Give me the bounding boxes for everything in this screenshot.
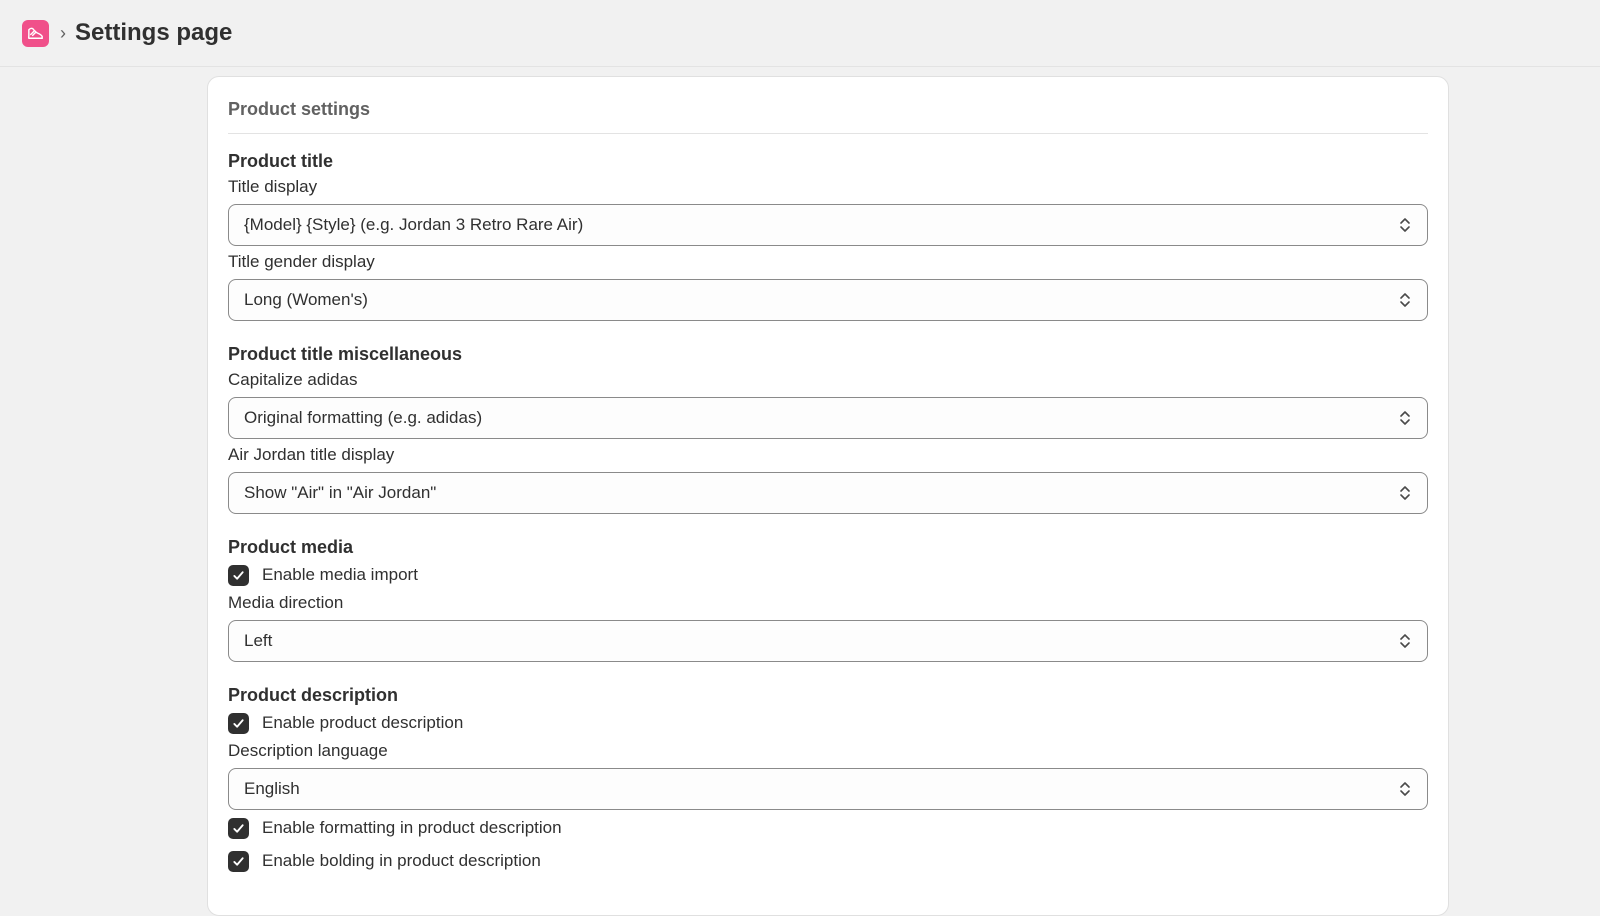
air-jordan-title-label: Air Jordan title display: [228, 445, 395, 464]
product-settings-card: Product settings Product title Title dis…: [207, 76, 1449, 916]
capitalize-adidas-select[interactable]: Original formatting (e.g. adidas): [228, 397, 1428, 439]
title-gender-display-select[interactable]: Long (Women's): [228, 279, 1428, 321]
title-gender-display-label: Title gender display: [228, 252, 375, 271]
card-title: Product settings: [228, 95, 1428, 134]
enable-media-import-label: Enable media import: [262, 565, 418, 584]
description-language-select[interactable]: English: [228, 768, 1428, 810]
title-gender-display-value: Long (Women's): [244, 290, 368, 309]
select-chevron-icon: [1400, 218, 1410, 232]
checkbox-checked-icon[interactable]: [228, 817, 249, 839]
select-chevron-icon: [1400, 634, 1410, 648]
section-title-product-media: Product media: [228, 537, 354, 557]
top-bar: › Settings page: [0, 0, 1600, 67]
section-title-product-title: Product title: [228, 151, 334, 171]
select-chevron-icon: [1400, 293, 1410, 307]
enable-formatting-checkbox[interactable]: Enable formatting in product description: [228, 813, 1428, 843]
select-chevron-icon: [1400, 411, 1410, 425]
page-title: Settings page: [75, 19, 233, 46]
section-title-product-title-misc: Product title miscellaneous: [228, 344, 463, 364]
select-chevron-icon: [1400, 486, 1410, 500]
enable-product-description-checkbox[interactable]: Enable product description: [228, 708, 1428, 738]
title-display-label: Title display: [228, 177, 318, 196]
media-direction-label: Media direction: [228, 593, 344, 612]
enable-product-description-label: Enable product description: [262, 713, 464, 732]
enable-media-import-checkbox[interactable]: Enable media import: [228, 560, 1428, 590]
enable-bolding-label: Enable bolding in product description: [262, 851, 541, 870]
description-language-label: Description language: [228, 741, 388, 760]
media-direction-value: Left: [244, 631, 273, 650]
capitalize-adidas-label: Capitalize adidas: [228, 370, 358, 389]
description-language-value: English: [244, 779, 300, 798]
capitalize-adidas-value: Original formatting (e.g. adidas): [244, 408, 483, 427]
media-direction-select[interactable]: Left: [228, 620, 1428, 662]
select-chevron-icon: [1400, 782, 1410, 796]
checkbox-checked-icon[interactable]: [228, 850, 249, 872]
enable-bolding-checkbox[interactable]: Enable bolding in product description: [228, 846, 1428, 876]
section-title-product-description: Product description: [228, 685, 399, 705]
sneaker-icon[interactable]: [22, 19, 49, 47]
checkbox-checked-icon[interactable]: [228, 564, 249, 586]
checkbox-checked-icon[interactable]: [228, 712, 249, 734]
enable-formatting-label: Enable formatting in product description: [262, 818, 562, 837]
breadcrumb-separator: ›: [60, 23, 66, 43]
title-display-select[interactable]: {Model} {Style} (e.g. Jordan 3 Retro Rar…: [228, 204, 1428, 246]
air-jordan-title-value: Show "Air" in "Air Jordan": [244, 483, 437, 502]
title-display-value: {Model} {Style} (e.g. Jordan 3 Retro Rar…: [244, 215, 584, 234]
air-jordan-title-select[interactable]: Show "Air" in "Air Jordan": [228, 472, 1428, 514]
